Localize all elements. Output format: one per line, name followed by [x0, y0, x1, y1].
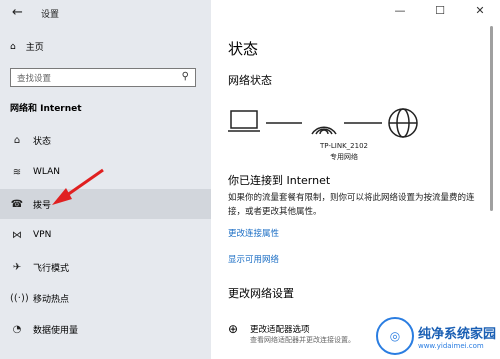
annotation-arrow	[52, 168, 104, 205]
computer-icon	[228, 110, 260, 132]
watermark-brand: 纯净系统家园	[417, 326, 496, 342]
adapter-options-description: 查看网络适配器并更改连接设置。	[250, 336, 355, 344]
globe-icon	[388, 108, 418, 138]
annotation-arrow-head	[52, 188, 72, 205]
adapter-options-link[interactable]: 更改适配器选项	[250, 323, 310, 335]
minimize-icon[interactable]: —	[380, 0, 420, 22]
watermark-logo-icon: ◎	[375, 317, 414, 355]
connection-description: 如果你的流量套餐有限制，则你可以将此网络设置为按流量费的连接，或者更改其他属性。	[228, 193, 475, 217]
adapter-icon: ⊕	[228, 322, 239, 336]
change-connection-properties-link[interactable]: 更改连接属性	[228, 227, 279, 239]
connection-status: 你已连接到 Internet	[228, 174, 331, 187]
wifi-signal-icon	[311, 126, 337, 135]
scrollbar[interactable]	[490, 26, 493, 211]
maximize-icon[interactable]: ☐	[420, 0, 460, 22]
network-diagram	[228, 108, 418, 138]
watermark-url: www.yidaimei.com	[417, 341, 484, 350]
watermark: ◎ 纯净系统家园 www.yidaimei.com	[375, 317, 496, 355]
network-name: TP-LINK_2102	[320, 142, 368, 150]
close-icon[interactable]: ✕	[460, 0, 500, 22]
network-status-heading: 网络状态	[228, 74, 272, 87]
window-controls: — ☐ ✕	[380, 0, 500, 22]
network-type: 专用网络	[330, 153, 358, 161]
show-available-networks-link[interactable]: 显示可用网络	[228, 253, 279, 265]
page-title: 状态	[228, 40, 259, 58]
change-network-settings-heading: 更改网络设置	[228, 287, 294, 300]
